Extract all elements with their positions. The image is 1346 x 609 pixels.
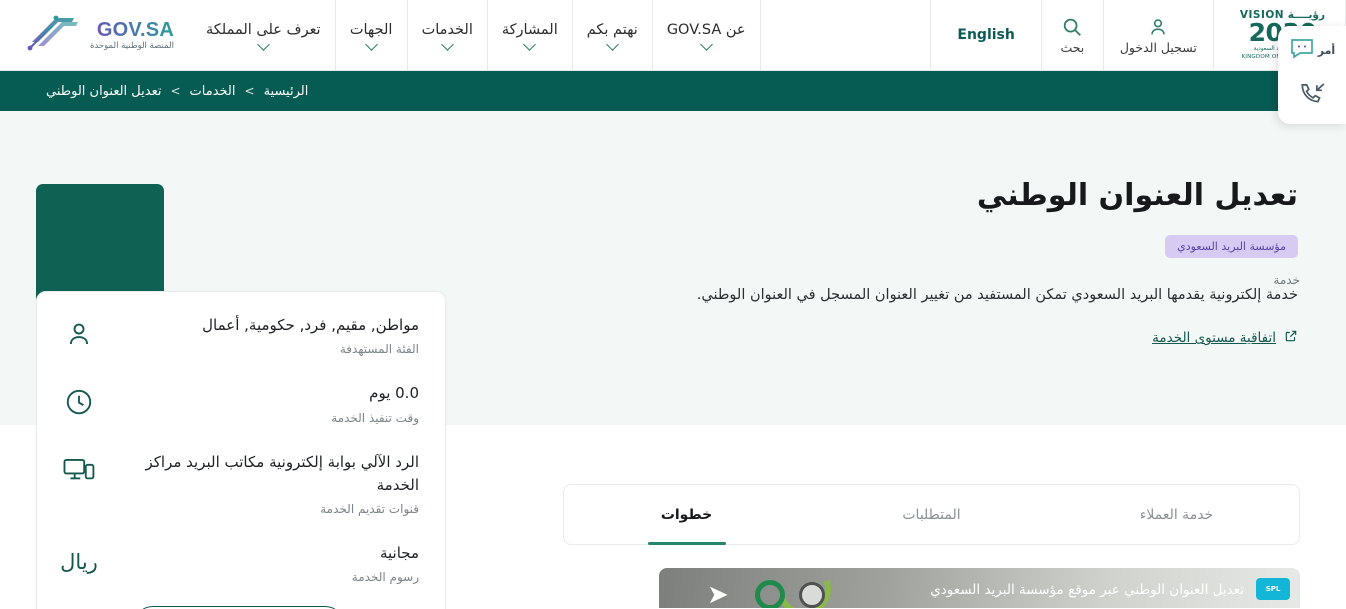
devices-icon — [59, 451, 99, 491]
service-description: خدمة إلكترونية يقدمها البريد السعودي تمك… — [696, 286, 1298, 303]
breadcrumb-item-home[interactable]: الرئيسية — [264, 84, 309, 99]
chevron-down-icon — [605, 37, 619, 51]
decorative-arrow-icon: ➤ — [707, 580, 729, 608]
agency-badge: مؤسسة البريد السعودي — [1165, 234, 1298, 258]
hero-section: تعديل العنوان الوطني مؤسسة البريد السعود… — [0, 111, 1346, 609]
nav-label: الجهات — [349, 21, 393, 38]
breadcrumb-separator: > — [170, 84, 181, 98]
breadcrumb-bar: الرئيسية > الخدمات > تعديل العنوان الوطن… — [0, 71, 1346, 111]
nav-label: عن GOV.SA — [666, 21, 746, 38]
nav-item-agencies[interactable]: الجهات — [336, 0, 408, 70]
login-button[interactable]: تسجيل الدخول — [1104, 0, 1214, 70]
nav-label: تعرف على المملكة — [205, 21, 321, 38]
header-spacer — [761, 0, 932, 70]
govsa-logo-icon — [22, 12, 82, 58]
meta-value: مواطن, مقيم, فرد, حكومية, أعمال — [202, 316, 419, 334]
clock-icon — [59, 382, 99, 422]
nav-label: نهتم بكم — [586, 21, 638, 38]
brand-title: GOV.SA — [90, 19, 174, 41]
breadcrumb-item-services[interactable]: الخدمات — [190, 84, 236, 99]
service-meta-row-duration: 0.0 يوم وقت تنفيذ الخدمة — [59, 382, 419, 425]
govsa-brand[interactable]: GOV.SA المنصة الوطنية الموحدة — [0, 0, 192, 70]
service-meta-row-fees: ريال مجانية رسوم الخدمة — [59, 542, 419, 584]
site-header: GOV.SA المنصة الوطنية الموحدة تعرف على ا… — [0, 0, 1346, 71]
sla-link-label: اتفاقية مستوى الخدمة — [1152, 330, 1276, 347]
nav-item-we-care[interactable]: نهتم بكم — [573, 0, 653, 70]
meta-value: 0.0 يوم — [369, 384, 419, 403]
chat-assistant-button[interactable]: أمر — [1289, 36, 1335, 64]
meta-value: مجانية — [379, 544, 419, 562]
breadcrumb-item-current: تعديل العنوان الوطني — [46, 83, 162, 99]
spl-logo-icon: SPL — [1256, 578, 1290, 600]
nav-label: المشاركة — [501, 21, 558, 38]
chevron-down-icon — [699, 37, 713, 51]
chevron-down-icon — [364, 37, 378, 51]
service-meta-row-channels: الرد الآلي بوابة إلكترونية مكاتب البريد … — [59, 451, 420, 516]
floating-support-widget: أمر — [1278, 26, 1346, 124]
tab-steps[interactable]: خطوات — [564, 485, 809, 544]
chevron-down-icon — [440, 37, 454, 51]
meta-label: قنوات تقديم الخدمة — [320, 502, 419, 516]
riyal-icon: ريال — [60, 550, 98, 574]
decorative-clock-icon — [799, 582, 825, 608]
service-tabs: خدمة العملاء المتطلبات خطوات — [563, 484, 1300, 545]
nav-item-about-govsa[interactable]: عن GOV.SA — [653, 0, 761, 70]
sla-agreement-link[interactable]: اتفاقية مستوى الخدمة — [1152, 329, 1298, 347]
chat-assistant-label: أمر — [1317, 43, 1336, 57]
search-icon — [1061, 16, 1083, 38]
search-label: بحث — [1060, 39, 1085, 55]
service-video-thumbnail[interactable]: ➤ SPL تعديل العنوان الوطني عبر موقع مؤسس… — [659, 568, 1300, 608]
tab-requirements[interactable]: المتطلبات — [809, 485, 1054, 544]
hero-obscured-label: خدمة — [1273, 273, 1300, 287]
chat-bubble-icon — [1289, 36, 1315, 64]
service-meta-row-audience: مواطن, مقيم, فرد, حكومية, أعمال الفئة ال… — [59, 314, 419, 356]
login-label: تسجيل الدخول — [1119, 39, 1197, 55]
nav-label: الخدمات — [421, 21, 473, 38]
meta-label: رسوم الخدمة — [351, 570, 419, 585]
user-icon — [59, 314, 99, 354]
meta-label: الفئة المستهدفة — [339, 342, 419, 357]
search-button[interactable]: بحث — [1042, 0, 1104, 70]
breadcrumb: الرئيسية > الخدمات > تعديل العنوان الوطن… — [46, 84, 348, 99]
nav-item-participation[interactable]: المشاركة — [488, 0, 573, 70]
meta-value: الرد الآلي بوابة إلكترونية مكاتب البريد … — [145, 452, 420, 494]
page-title: تعديل العنوان الوطني — [976, 178, 1298, 213]
meta-label: وقت تنفيذ الخدمة — [331, 410, 419, 425]
external-link-icon — [1284, 329, 1298, 347]
service-info-card: مواطن, مقيم, فرد, حكومية, أعمال الفئة ال… — [36, 291, 446, 609]
brand-subtitle: المنصة الوطنية الموحدة — [90, 40, 174, 51]
callback-request-button[interactable] — [1298, 80, 1326, 110]
phone-callback-icon — [1298, 80, 1326, 110]
chevron-down-icon — [523, 37, 537, 51]
decorative-ring-icon — [755, 580, 785, 608]
user-icon — [1147, 16, 1169, 38]
video-title: تعديل العنوان الوطني عبر موقع مؤسسة البر… — [930, 582, 1244, 598]
nav-item-services[interactable]: الخدمات — [408, 0, 488, 70]
breadcrumb-separator: > — [244, 84, 255, 98]
chevron-down-icon — [256, 37, 270, 51]
tab-customer-service[interactable]: خدمة العملاء — [1054, 485, 1299, 544]
language-toggle-button[interactable]: English — [931, 0, 1042, 70]
nav-item-about-kingdom[interactable]: تعرف على المملكة — [192, 0, 336, 70]
